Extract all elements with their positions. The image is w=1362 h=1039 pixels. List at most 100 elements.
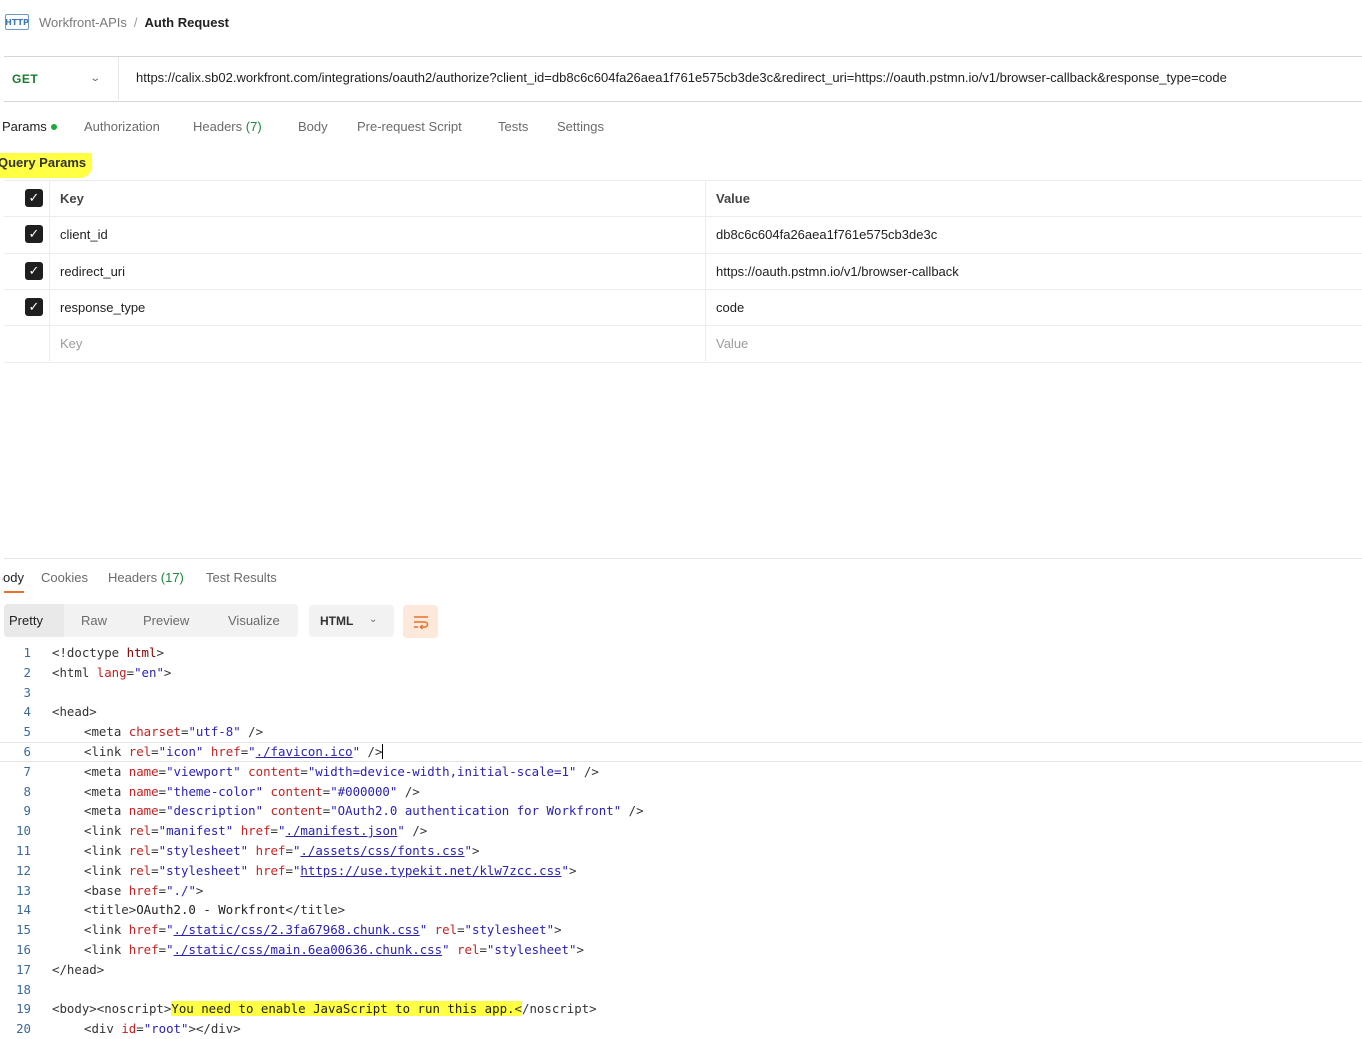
table-row-new: Key Value	[4, 325, 1362, 363]
line-number: 7	[23, 763, 31, 779]
breadcrumb-separator: /	[133, 14, 138, 30]
line-number: 5	[23, 724, 31, 740]
chevron-down-icon[interactable]: ⌄	[89, 73, 101, 84]
line-number: 20	[16, 1021, 31, 1037]
code-text: <meta charset="utf-8" />	[84, 724, 264, 740]
tab-prerequest-script[interactable]: Pre-request Script	[357, 119, 462, 134]
visualize-button[interactable]: Visualize	[228, 613, 280, 628]
line-number: 2	[23, 664, 31, 680]
tab-headers[interactable]: Headers (7)	[193, 119, 262, 134]
line-number: 4	[23, 704, 31, 720]
new-key-input[interactable]: Key	[60, 336, 82, 351]
code-line: 3	[0, 683, 1362, 703]
line-number: 18	[16, 981, 31, 997]
param-key[interactable]: redirect_uri	[60, 264, 125, 279]
code-text: <link href="./static/css/main.6ea00636.c…	[84, 941, 584, 957]
code-line-current: 6 <link rel="icon" href="./favicon.ico" /…	[0, 741, 1362, 762]
tab-response-body[interactable]: Body	[2, 570, 24, 585]
tab-response-headers[interactable]: Headers (17)	[108, 570, 184, 585]
value-column-header: Value	[716, 191, 750, 206]
select-all-checkbox[interactable]: ✓	[25, 189, 43, 207]
line-number: 9	[23, 803, 31, 819]
tab-headers-label: Headers	[193, 119, 243, 134]
code-line: 8 <meta name="theme-color" content="#0000…	[0, 782, 1362, 802]
tab-body[interactable]: Body	[298, 119, 328, 134]
row-checkbox[interactable]: ✓	[25, 298, 43, 316]
tab-params[interactable]: Params	[2, 119, 52, 134]
tab-tests[interactable]: Tests	[498, 119, 528, 134]
code-text: <link rel="manifest" href="./manifest.js…	[84, 823, 428, 839]
method-divider	[118, 57, 119, 100]
param-key[interactable]: response_type	[60, 300, 145, 315]
code-text: <head>	[52, 704, 97, 720]
code-text: <div id="root"></div>	[84, 1021, 241, 1037]
line-number: 11	[16, 842, 31, 858]
line-number: 10	[16, 823, 31, 839]
text-caret	[382, 743, 384, 759]
tab-authorization[interactable]: Authorization	[84, 119, 160, 134]
code-line: 18	[0, 980, 1362, 1000]
query-params-title: Query Params	[0, 153, 93, 178]
request-name[interactable]: Auth Request	[145, 15, 230, 30]
param-value[interactable]: https://oauth.pstmn.io/v1/browser-callba…	[716, 264, 959, 279]
code-line: 16 <link href="./static/css/main.6ea00636…	[0, 940, 1362, 960]
line-number: 15	[16, 922, 31, 938]
active-tab-underline	[4, 591, 24, 593]
line-number: 12	[16, 862, 31, 878]
code-text: <title>OAuth2.0 - Workfront</title>	[84, 902, 346, 918]
code-line: 9 <meta name="description" content="OAuth…	[0, 801, 1362, 821]
response-code-view[interactable]: 1 <!doctype html> 2 <html lang="en"> 3 4 <h…	[0, 643, 1362, 1039]
line-number: 16	[16, 941, 31, 957]
chevron-down-icon: ⌄	[369, 614, 378, 625]
code-text: <html lang="en">	[52, 664, 172, 680]
table-row: ✓ client_id db8c6c604fa26aea1f761e575cb3…	[4, 216, 1362, 253]
wrap-lines-glyph	[413, 615, 428, 630]
tab-settings[interactable]: Settings	[557, 119, 604, 134]
raw-button[interactable]: Raw	[81, 613, 107, 628]
headers-count: (7)	[245, 119, 262, 134]
tab-response-body-label: Body	[2, 570, 24, 585]
line-number: 13	[16, 882, 31, 898]
code-text: <meta name="viewport" content="width=dev…	[84, 763, 599, 779]
row-checkbox[interactable]: ✓	[25, 262, 43, 280]
param-value[interactable]: code	[716, 300, 744, 315]
breadcrumb-collection[interactable]: Workfront-APIs	[39, 15, 127, 30]
line-number: 6	[23, 743, 31, 759]
url-input[interactable]: https://calix.sb02.workfront.com/integra…	[136, 70, 1227, 85]
code-text: <link href="./static/css/2.3fa67968.chun…	[84, 922, 562, 938]
code-line: 20 <div id="root"></div>	[0, 1019, 1362, 1039]
code-line: 2 <html lang="en">	[0, 663, 1362, 683]
response-divider	[4, 558, 1362, 559]
code-text: <link rel="stylesheet" href="./assets/cs…	[84, 842, 480, 858]
code-text: <body><noscript>You need to enable JavaS…	[52, 1001, 597, 1017]
params-active-dot	[51, 124, 57, 130]
row-checkbox[interactable]: ✓	[25, 225, 43, 243]
line-number: 8	[23, 783, 31, 799]
code-line: 11 <link rel="stylesheet" href="./assets/…	[0, 841, 1362, 861]
line-number: 19	[16, 1001, 31, 1017]
tab-test-results[interactable]: Test Results	[206, 570, 277, 585]
param-key[interactable]: client_id	[60, 227, 108, 242]
code-text: </head>	[52, 961, 105, 977]
method-select[interactable]: GET	[12, 72, 38, 86]
table-header-row: ✓ Key Value	[4, 180, 1362, 217]
code-text: <link rel="stylesheet" href="https://use…	[84, 862, 577, 878]
code-line: 17 </head>	[0, 960, 1362, 980]
wrap-lines-icon[interactable]	[403, 605, 438, 638]
new-value-input[interactable]: Value	[716, 336, 748, 351]
table-row: ✓ redirect_uri https://oauth.pstmn.io/v1…	[4, 253, 1362, 290]
param-value[interactable]: db8c6c604fa26aea1f761e575cb3de3c	[716, 227, 937, 242]
tab-cookies[interactable]: Cookies	[41, 570, 88, 585]
code-line: 12 <link rel="stylesheet" href="https://u…	[0, 861, 1362, 881]
pretty-button[interactable]: Pretty	[9, 613, 43, 628]
breadcrumb: HTTP Workfront-APIs / Auth Request	[5, 12, 229, 32]
code-line: 10 <link rel="manifest" href="./manifest.…	[0, 821, 1362, 841]
code-line: 4 <head>	[0, 702, 1362, 722]
code-text: <meta name="description" content="OAuth2…	[84, 803, 644, 819]
tab-response-headers-label: Headers	[108, 570, 158, 585]
preview-button[interactable]: Preview	[143, 613, 189, 628]
code-line: 13 <base href="./">	[0, 881, 1362, 901]
line-number: 3	[23, 684, 31, 700]
query-params-title-text: Query Params	[0, 155, 87, 170]
code-line: 14 <title>OAuth2.0 - Workfront</title>	[0, 900, 1362, 920]
